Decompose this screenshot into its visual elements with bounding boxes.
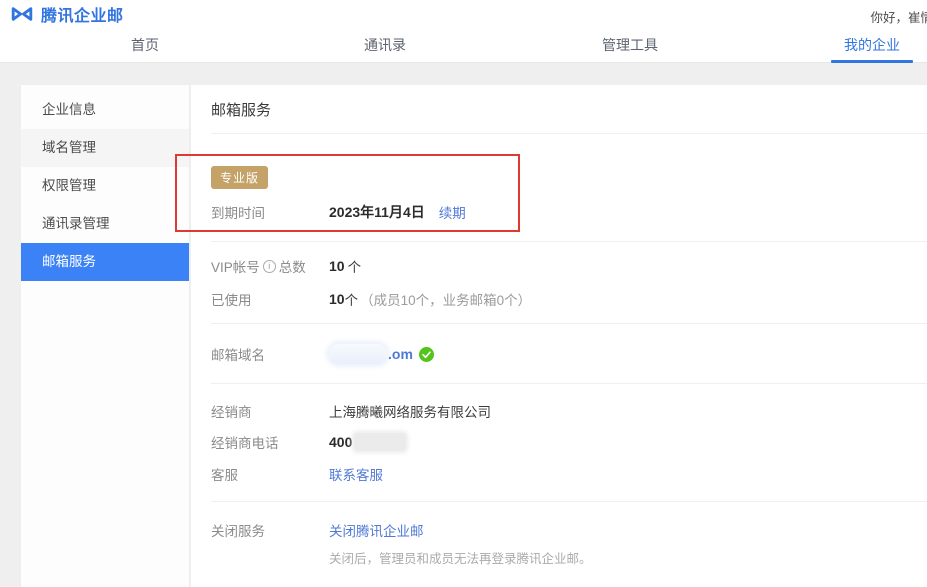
dealer-label: 经销商	[211, 405, 252, 420]
sidebar-item-contacts-management[interactable]: 通讯录管理	[21, 205, 189, 243]
nav-tab-contacts[interactable]: 通讯录	[364, 28, 406, 62]
close-service-hint: 关闭后，管理员和成员无法再登录腾讯企业邮。	[329, 552, 592, 566]
expiry-date: 2023年11月4日	[329, 204, 425, 220]
sidebar-item-permission-management[interactable]: 权限管理	[21, 167, 189, 205]
sidebar: 企业信息 域名管理 权限管理 通讯录管理 邮箱服务	[21, 85, 190, 587]
nav-tab-home[interactable]: 首页	[131, 28, 159, 62]
section-divider	[211, 383, 927, 384]
customer-service-row: 客服 联系客服	[211, 464, 927, 484]
main-panel: 邮箱服务 专业版 到期时间 2023年11月4日 续期 VIP帐号 i 总数 1…	[191, 85, 927, 587]
vip-used-unit: 个	[344, 293, 359, 308]
top-nav: 首页 通讯录 管理工具 我的企业	[0, 28, 927, 63]
section-divider	[211, 501, 927, 502]
page-title: 邮箱服务	[211, 102, 272, 119]
dealer-name: 上海腾曦网络服务有限公司	[329, 405, 491, 420]
vip-used-label: 已使用	[211, 293, 252, 308]
app-logo[interactable]: 腾讯企业邮	[10, 3, 124, 25]
contact-support-link[interactable]: 联系客服	[329, 464, 383, 484]
dealer-phone-visible: 400	[329, 434, 353, 450]
user-greeting: 你好，崔情	[870, 11, 927, 25]
dealer-phone-row: 经销商电话 400	[211, 431, 927, 453]
domain-label: 邮箱域名	[211, 348, 265, 363]
close-service-row: 关闭服务 关闭腾讯企业邮	[211, 520, 927, 540]
info-icon[interactable]: i	[262, 259, 276, 273]
vip-total-number: 10	[329, 258, 345, 274]
domain-visible-suffix: .om	[388, 346, 413, 362]
sidebar-item-domain-management[interactable]: 域名管理	[21, 129, 189, 167]
sidebar-menu: 企业信息 域名管理 权限管理 通讯录管理 邮箱服务	[21, 85, 189, 281]
sidebar-item-mailbox-service[interactable]: 邮箱服务	[21, 243, 189, 281]
app-logo-text: 腾讯企业邮	[41, 8, 124, 25]
sidebar-item-enterprise-info[interactable]: 企业信息	[21, 91, 189, 129]
close-service-link[interactable]: 关闭腾讯企业邮	[329, 520, 424, 540]
app-header: 腾讯企业邮 你好，崔情	[0, 0, 927, 28]
vip-used-row: 已使用 10 个 （成员10个，业务邮箱0个）	[211, 289, 927, 309]
dealer-phone-label: 经销商电话	[211, 436, 279, 451]
redacted-domain-blur	[329, 344, 387, 364]
domain-row: 邮箱域名 .om	[211, 342, 927, 366]
section-divider	[211, 241, 927, 242]
section-divider	[211, 323, 927, 324]
customer-service-label: 客服	[211, 468, 238, 483]
expiry-row: 到期时间 2023年11月4日 续期	[211, 202, 927, 222]
expiry-label: 到期时间	[211, 206, 265, 221]
verified-check-icon	[418, 346, 434, 362]
dealer-row: 经销商 上海腾曦网络服务有限公司	[211, 401, 927, 421]
redacted-phone-blur	[354, 433, 407, 451]
vip-used-number: 10	[329, 291, 345, 307]
vip-total-unit: 个	[347, 260, 362, 275]
renew-link[interactable]: 续期	[439, 202, 466, 222]
nav-tab-admin-tools[interactable]: 管理工具	[602, 28, 658, 62]
vip-total-row: VIP帐号 i 总数 10 个	[211, 256, 927, 276]
exmail-logo-icon	[10, 4, 34, 24]
content-area: 企业信息 域名管理 权限管理 通讯录管理 邮箱服务 邮箱服务 专业版 到期时间 …	[0, 63, 927, 587]
close-service-label: 关闭服务	[211, 524, 265, 539]
vip-used-note: （成员10个，业务邮箱0个）	[360, 293, 532, 308]
section-divider	[211, 133, 927, 134]
vip-total-label: VIP帐号 i 总数	[211, 259, 306, 275]
plan-badge: 专业版	[211, 166, 269, 189]
nav-tab-my-enterprise[interactable]: 我的企业	[844, 28, 900, 62]
